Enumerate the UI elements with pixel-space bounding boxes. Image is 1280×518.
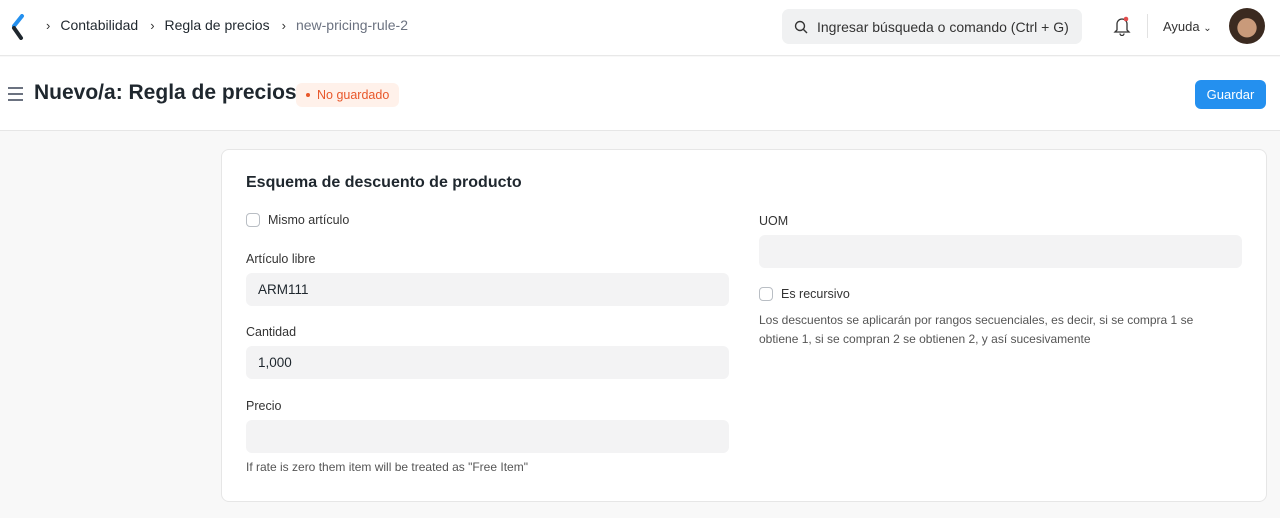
divider [1147, 14, 1148, 38]
rate-label: Precio [246, 399, 282, 413]
page-header: Nuevo/a: Regla de precios No guardado Gu… [0, 57, 1280, 131]
chevron-right-icon: › [281, 17, 286, 33]
qty-input[interactable]: 1,000 [246, 346, 729, 379]
status-text: No guardado [317, 88, 390, 102]
recursive-label: Es recursivo [781, 287, 850, 301]
qty-label: Cantidad [246, 325, 297, 339]
recursive-checkbox[interactable]: Es recursivo [759, 287, 850, 301]
navbar: › Contabilidad › Regla de precios › new-… [0, 0, 1280, 56]
save-button[interactable]: Guardar [1195, 80, 1266, 109]
app-logo-icon[interactable] [10, 14, 26, 40]
same-item-label: Mismo artículo [268, 213, 350, 227]
recursive-help: Los descuentos se aplicarán por rangos s… [759, 313, 1194, 346]
help-label: Ayuda [1163, 19, 1200, 34]
chevron-down-icon: ⌄ [1203, 23, 1212, 34]
status-badge: No guardado [296, 83, 400, 107]
breadcrumb-current[interactable]: new-pricing-rule-2 [296, 17, 408, 33]
free-item-input[interactable]: ARM111 [246, 273, 729, 306]
uom-label: UOM [759, 214, 789, 228]
section-title: Esquema de descuento de producto [246, 174, 522, 191]
breadcrumb-regla-de-precios[interactable]: Regla de precios [165, 17, 270, 33]
search-placeholder: Ingresar búsqueda o comando (Ctrl + G) [817, 18, 1069, 35]
product-discount-section: Esquema de descuento de producto Mismo a… [221, 149, 1267, 502]
search-input[interactable]: Ingresar búsqueda o comando (Ctrl + G) [782, 9, 1082, 44]
sidebar-toggle-icon[interactable] [8, 87, 23, 105]
help-dropdown[interactable]: Ayuda ⌄ [1163, 19, 1212, 34]
breadcrumb: › Contabilidad › Regla de precios › new-… [44, 17, 408, 33]
chevron-right-icon: › [150, 17, 155, 33]
notification-bell-icon[interactable] [1113, 16, 1131, 36]
search-icon [794, 20, 808, 33]
rate-input[interactable] [246, 420, 729, 453]
breadcrumb-contabilidad[interactable]: Contabilidad [60, 17, 138, 33]
same-item-checkbox[interactable]: Mismo artículo [246, 213, 349, 227]
chevron-right-icon: › [46, 17, 51, 33]
page-title: Nuevo/a: Regla de precios [34, 81, 297, 104]
avatar[interactable] [1229, 8, 1265, 44]
rate-help: If rate is zero them item will be treate… [246, 460, 528, 474]
free-item-label: Artículo libre [246, 252, 316, 266]
uom-input[interactable] [759, 235, 1242, 268]
